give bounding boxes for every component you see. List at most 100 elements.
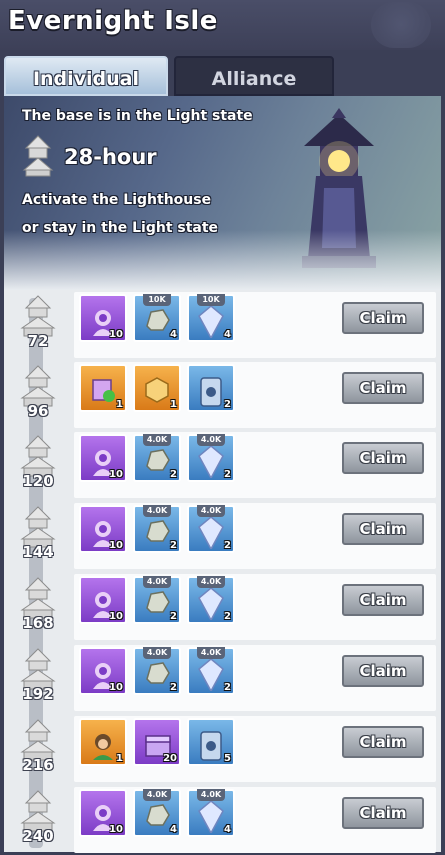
item-value-tag: 4.0K xyxy=(197,647,225,659)
item-quantity: 10 xyxy=(109,329,123,340)
item-value-tag: 4.0K xyxy=(197,505,225,517)
tier-marker: 192 xyxy=(14,647,62,703)
claim-button[interactable]: Claim xyxy=(342,442,424,474)
reward-item[interactable]: 4.0K 2 xyxy=(187,576,235,624)
reward-item[interactable]: 1 xyxy=(79,364,127,412)
reward-item[interactable]: 4.0K 2 xyxy=(133,576,181,624)
item-value-tag: 4.0K xyxy=(143,576,171,588)
tier-marker: 240 xyxy=(14,789,62,845)
reward-item[interactable]: 4.0K 2 xyxy=(187,647,235,695)
tier-hours: 192 xyxy=(22,685,54,703)
tier-hours: 144 xyxy=(22,543,54,561)
item-value-tag: 4.0K xyxy=(197,576,225,588)
item-quantity: 2 xyxy=(224,682,231,693)
hint-line-2: or stay in the Light state xyxy=(22,220,219,236)
base-state-text: The base is in the Light state xyxy=(22,108,253,124)
item-value-tag: 4.0K xyxy=(143,505,171,517)
claim-button[interactable]: Claim xyxy=(342,584,424,616)
reward-item[interactable]: 20 xyxy=(133,718,181,766)
reward-item[interactable]: 4.0K 4 xyxy=(187,789,235,837)
page-title: Evernight Isle xyxy=(8,6,218,36)
item-quantity: 4 xyxy=(170,824,177,835)
claim-button[interactable]: Claim xyxy=(342,797,424,829)
claim-button[interactable]: Claim xyxy=(342,372,424,404)
item-quantity: 10 xyxy=(109,540,123,551)
item-quantity: 10 xyxy=(109,682,123,693)
reward-row: 1 1 2 Claim xyxy=(74,362,436,428)
reward-row: 10 4.0K 4 4.0K 4 Claim xyxy=(74,787,436,853)
item-quantity: 2 xyxy=(170,682,177,693)
tier-hours: 120 xyxy=(22,472,54,490)
reward-row: 10 4.0K 2 4.0K 2 Claim xyxy=(74,503,436,569)
reward-item[interactable]: 4.0K 2 xyxy=(187,434,235,482)
reward-row: 10 4.0K 2 4.0K 2 Claim xyxy=(74,574,436,640)
reward-item[interactable]: 10 xyxy=(79,434,127,482)
item-quantity: 4 xyxy=(224,824,231,835)
item-quantity: 2 xyxy=(224,399,231,410)
reward-item[interactable]: 4.0K 2 xyxy=(133,434,181,482)
item-value-tag: 10K xyxy=(197,294,225,306)
tab-individual[interactable]: Individual xyxy=(4,56,168,96)
item-value-tag: 4.0K xyxy=(143,789,171,801)
tab-alliance[interactable]: Alliance xyxy=(174,56,334,96)
reward-row: 10 4.0K 2 4.0K 2 Claim xyxy=(74,432,436,498)
reward-item[interactable]: 5 xyxy=(187,718,235,766)
reward-row: 1 20 5 Claim xyxy=(74,716,436,782)
claim-button[interactable]: Claim xyxy=(342,655,424,687)
item-quantity: 5 xyxy=(224,753,231,764)
tab-bar: Individual Alliance xyxy=(0,56,445,98)
item-quantity: 20 xyxy=(163,753,177,764)
tier-hours: 168 xyxy=(22,614,54,632)
reward-item[interactable]: 10 xyxy=(79,789,127,837)
tower-level-icon xyxy=(22,135,54,177)
hint-line-1: Activate the Lighthouse xyxy=(22,192,212,208)
item-value-tag: 4.0K xyxy=(197,434,225,446)
claim-button[interactable]: Claim xyxy=(342,513,424,545)
item-quantity: 4 xyxy=(170,329,177,340)
tier-marker: 144 xyxy=(14,505,62,561)
reward-item[interactable]: 4.0K 2 xyxy=(133,647,181,695)
item-value-tag: 4.0K xyxy=(197,789,225,801)
reward-item[interactable]: 10 xyxy=(79,576,127,624)
reward-item[interactable]: 10K 4 xyxy=(187,294,235,342)
claim-button[interactable]: Claim xyxy=(342,726,424,758)
item-quantity: 10 xyxy=(109,469,123,480)
reward-item[interactable]: 4.0K 2 xyxy=(133,505,181,553)
reward-item[interactable]: 4.0K 4 xyxy=(133,789,181,837)
item-quantity: 2 xyxy=(170,469,177,480)
item-value-tag: 4.0K xyxy=(143,647,171,659)
reward-item[interactable]: 1 xyxy=(133,364,181,412)
tier-hours: 216 xyxy=(22,756,54,774)
item-value-tag: 10K xyxy=(143,294,171,306)
reward-item[interactable]: 1 xyxy=(79,718,127,766)
reward-item[interactable]: 2 xyxy=(187,364,235,412)
item-quantity: 1 xyxy=(116,399,123,410)
reward-item[interactable]: 10 xyxy=(79,505,127,553)
tier-marker: 168 xyxy=(14,576,62,632)
tab-individual-label: Individual xyxy=(32,68,140,90)
tier-marker: 72 xyxy=(14,294,62,350)
item-quantity: 1 xyxy=(170,399,177,410)
item-quantity: 2 xyxy=(170,611,177,622)
item-quantity: 2 xyxy=(224,540,231,551)
tier-marker: 120 xyxy=(14,434,62,490)
reward-item[interactable]: 10 xyxy=(79,294,127,342)
tier-hours: 72 xyxy=(27,332,49,350)
reward-item[interactable]: 10K 4 xyxy=(133,294,181,342)
light-hours: 28-hour xyxy=(64,145,157,169)
tab-alliance-label: Alliance xyxy=(211,68,297,90)
tier-hours: 240 xyxy=(22,827,54,845)
reward-item[interactable]: 4.0K 2 xyxy=(187,505,235,553)
claim-button[interactable]: Claim xyxy=(342,302,424,334)
item-quantity: 10 xyxy=(109,611,123,622)
reward-row: 10 10K 4 10K 4 Claim xyxy=(74,292,436,358)
item-quantity: 2 xyxy=(224,611,231,622)
item-quantity: 2 xyxy=(170,540,177,551)
item-quantity: 10 xyxy=(109,824,123,835)
title-bar: Evernight Isle xyxy=(0,0,445,50)
emblem-icon xyxy=(371,2,431,48)
tier-hours: 96 xyxy=(27,402,49,420)
item-quantity: 2 xyxy=(224,469,231,480)
reward-item[interactable]: 10 xyxy=(79,647,127,695)
item-quantity: 1 xyxy=(116,753,123,764)
